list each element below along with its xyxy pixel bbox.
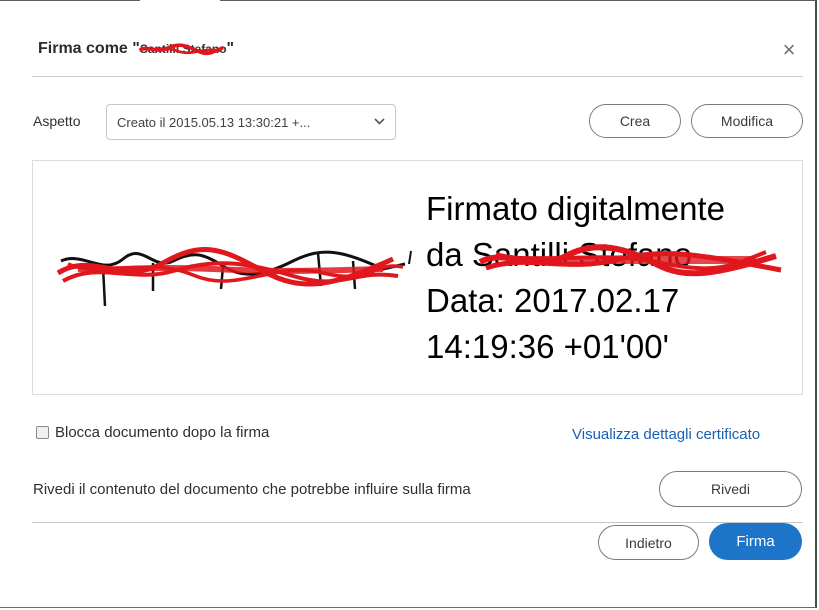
title-suffix: ": [226, 40, 235, 57]
signature-line-1: Firmato digitalmente: [426, 190, 725, 227]
review-button[interactable]: Rivedi: [659, 471, 802, 507]
redacted-name: Santilli Stefano: [138, 40, 227, 58]
chevron-down-icon: [374, 116, 385, 128]
lock-document-option[interactable]: Blocca documento dopo la firma: [36, 424, 269, 441]
lock-document-checkbox[interactable]: [36, 426, 49, 439]
view-certificate-link[interactable]: Visualizza dettagli certificato: [572, 426, 760, 443]
title-divider: [32, 76, 803, 77]
handwritten-signature-icon: [56, 247, 412, 307]
signature-text-block: Firmato digitalmente da Santilli Stefano…: [426, 186, 782, 370]
appearance-label: Aspetto: [33, 113, 81, 129]
appearance-selected-value: Creato il 2015.05.13 13:30:21 +...: [117, 114, 311, 130]
signature-line-3: Data: 2017.02.17: [426, 282, 680, 319]
footer-divider: [32, 522, 803, 523]
lock-document-label: Blocca documento dopo la firma: [55, 424, 270, 441]
back-button[interactable]: Indietro: [598, 525, 699, 560]
create-button[interactable]: Crea: [589, 104, 681, 138]
sign-button[interactable]: Firma: [709, 523, 802, 560]
title-prefix: Firma come ": [38, 40, 140, 57]
signature-line-4: 14:19:36 +01'00': [426, 328, 669, 365]
dialog-title: Firma come "Santilli Stefano ": [38, 40, 234, 58]
signature-preview: Firmato digitalmente da Santilli Stefano…: [32, 160, 803, 395]
redaction-scribble-icon: [478, 244, 782, 277]
close-icon[interactable]: ×: [778, 39, 800, 62]
redaction-scribble-icon: [138, 43, 224, 56]
review-description: Rivedi il contenuto del documento che po…: [33, 481, 471, 498]
appearance-select[interactable]: Creato il 2015.05.13 13:30:21 +...: [106, 104, 396, 140]
frame-gap: [140, 0, 220, 2]
modify-button[interactable]: Modifica: [691, 104, 803, 138]
signature-line-2: da Santilli Stefano: [426, 232, 782, 278]
